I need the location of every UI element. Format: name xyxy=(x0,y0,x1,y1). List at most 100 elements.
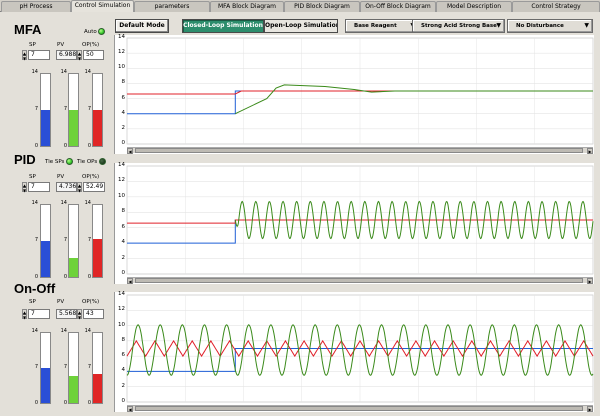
disturbance-value: No Disturbance xyxy=(516,23,564,29)
tie-ops-label: Tie OPs xyxy=(77,159,98,165)
reagent-dropdown[interactable]: Base Reagent▼ xyxy=(345,19,419,33)
op-label: OP(%) xyxy=(82,299,100,305)
tie-ops-led-toggle[interactable] xyxy=(99,158,106,165)
pv-bar-fill xyxy=(69,257,78,277)
op-input[interactable]: 52.49 xyxy=(83,182,105,192)
acid-base-value: Strong Acid Strong Base xyxy=(421,23,497,29)
op-bar-slider[interactable] xyxy=(92,73,103,147)
tick-label: 7 xyxy=(63,237,67,243)
closed-loop-simulation-button[interactable]: Closed-Loop Simulation xyxy=(182,19,264,33)
pv-bar-indicator xyxy=(68,204,79,278)
op-bar-slider[interactable] xyxy=(92,204,103,278)
tick-label: 0 xyxy=(34,400,38,406)
y-tick-label: 14 xyxy=(118,34,125,40)
tick-label: 7 xyxy=(34,237,38,243)
tab-bar: pH Process Control Simulation parameters… xyxy=(0,0,600,13)
pv-display: 4.736 xyxy=(56,182,77,192)
sp-stepper[interactable]: ▲ ▼ xyxy=(22,182,27,193)
op-stepper[interactable]: ▲ ▼ xyxy=(77,309,82,320)
y-tick-label: 8 xyxy=(121,336,126,343)
y-tick-label: 10 xyxy=(118,321,125,328)
tick-label: 0 xyxy=(87,400,91,406)
tick-label: 7 xyxy=(34,364,38,370)
y-tick-label: 4 xyxy=(121,367,126,374)
tick-label: 7 xyxy=(87,237,91,243)
y-tick-label: 8 xyxy=(121,79,126,86)
sp-input[interactable]: 7 xyxy=(28,182,50,192)
scroll-thumb[interactable] xyxy=(135,406,583,411)
tab-parameters[interactable]: parameters xyxy=(134,1,210,12)
y-tick-label: 0 xyxy=(121,270,126,276)
chart-scrollbar[interactable]: ◀ ▶ xyxy=(127,405,593,412)
tick-label: 14 xyxy=(84,69,91,75)
op-bar-slider[interactable] xyxy=(92,332,103,404)
y-tick-label: 0 xyxy=(121,140,126,146)
chart-scrollbar[interactable]: ◀ ▶ xyxy=(127,277,593,284)
on-off-section: On-Off SP PV OP(%) ▲ ▼ 7 5.568 ▲ ▼ 43 14 7… xyxy=(0,281,114,411)
reagent-value: Base Reagent xyxy=(354,23,397,29)
pv-bar-fill xyxy=(69,110,78,146)
pv-bar-indicator xyxy=(68,332,79,404)
y-tick-label: 12 xyxy=(118,306,125,313)
sp-bar-slider[interactable] xyxy=(40,73,51,147)
scroll-thumb[interactable] xyxy=(135,148,583,153)
y-tick-label: 12 xyxy=(118,177,125,184)
tick-label: 14 xyxy=(31,69,38,75)
default-mode-button[interactable]: Default Mode xyxy=(115,19,169,33)
scroll-right-icon[interactable]: ▶ xyxy=(587,148,593,154)
tick-label: 0 xyxy=(34,274,38,280)
tie-sps-led-toggle[interactable] xyxy=(66,158,73,165)
tick-label: 7 xyxy=(63,364,67,370)
scroll-right-icon[interactable]: ▶ xyxy=(587,278,593,284)
tab-ph-process[interactable]: pH Process xyxy=(1,1,71,12)
pv-display: 5.568 xyxy=(56,309,77,319)
tab-pid-block-diagram[interactable]: PID Block Diagram xyxy=(284,1,360,12)
op-stepper[interactable]: ▲ ▼ xyxy=(77,182,82,193)
tab-on-off-block-diagram[interactable]: On-Off Block Diagram xyxy=(360,1,436,12)
chevron-down-icon: ▼ xyxy=(584,22,589,29)
op-input[interactable]: 43 xyxy=(83,309,104,319)
op-input[interactable]: 50 xyxy=(83,50,104,60)
tick-label: 14 xyxy=(84,200,91,206)
y-tick-label: 8 xyxy=(121,208,126,215)
tick-label: 14 xyxy=(31,200,38,206)
scroll-left-icon[interactable]: ◀ xyxy=(127,278,133,284)
tick-label: 0 xyxy=(87,143,91,149)
y-tick-label: 6 xyxy=(121,352,126,359)
pv-label: PV xyxy=(57,299,65,305)
op-bar-fill xyxy=(93,239,102,277)
op-label: OP(%) xyxy=(82,174,100,180)
section-title: On-Off xyxy=(14,281,56,296)
sp-stepper[interactable]: ▲ ▼ xyxy=(22,309,27,320)
auto-led-indicator xyxy=(98,28,105,35)
disturbance-dropdown[interactable]: No Disturbance ▼ xyxy=(507,19,593,33)
auto-label: Auto xyxy=(84,29,97,35)
sp-bar-fill xyxy=(41,110,50,146)
tick-label: 14 xyxy=(60,328,67,334)
scroll-left-icon[interactable]: ◀ xyxy=(127,148,133,154)
tick-label: 14 xyxy=(60,69,67,75)
tick-label: 0 xyxy=(63,400,67,406)
tie-sps-label: Tie SPs xyxy=(45,159,65,165)
scroll-left-icon[interactable]: ◀ xyxy=(127,406,133,412)
tick-label: 7 xyxy=(87,364,91,370)
tab-model-description[interactable]: Model Description xyxy=(436,1,512,12)
op-stepper[interactable]: ▲ ▼ xyxy=(77,50,82,61)
y-tick-label: 4 xyxy=(121,109,126,116)
acid-base-dropdown[interactable]: Strong Acid Strong Base ▼ xyxy=(412,19,505,33)
sp-bar-slider[interactable] xyxy=(40,204,51,278)
sp-bar-fill xyxy=(41,368,50,403)
chart-scrollbar[interactable]: ◀ ▶ xyxy=(127,147,593,154)
open-loop-simulation-button[interactable]: Open-Loop Simulation xyxy=(264,19,338,33)
y-tick-label: 12 xyxy=(118,49,125,56)
sp-bar-slider[interactable] xyxy=(40,332,51,404)
sp-input[interactable]: 7 xyxy=(28,309,50,319)
sp-stepper[interactable]: ▲ ▼ xyxy=(22,50,27,61)
tick-label: 7 xyxy=(63,106,67,112)
scroll-right-icon[interactable]: ▶ xyxy=(587,406,593,412)
scroll-thumb[interactable] xyxy=(135,278,583,283)
sp-input[interactable]: 7 xyxy=(28,50,50,60)
tab-control-strategy[interactable]: Control Strategy xyxy=(512,1,600,12)
tab-mfa-block-diagram[interactable]: MFA Block Diagram xyxy=(210,1,284,12)
y-tick-label: 4 xyxy=(121,239,126,246)
